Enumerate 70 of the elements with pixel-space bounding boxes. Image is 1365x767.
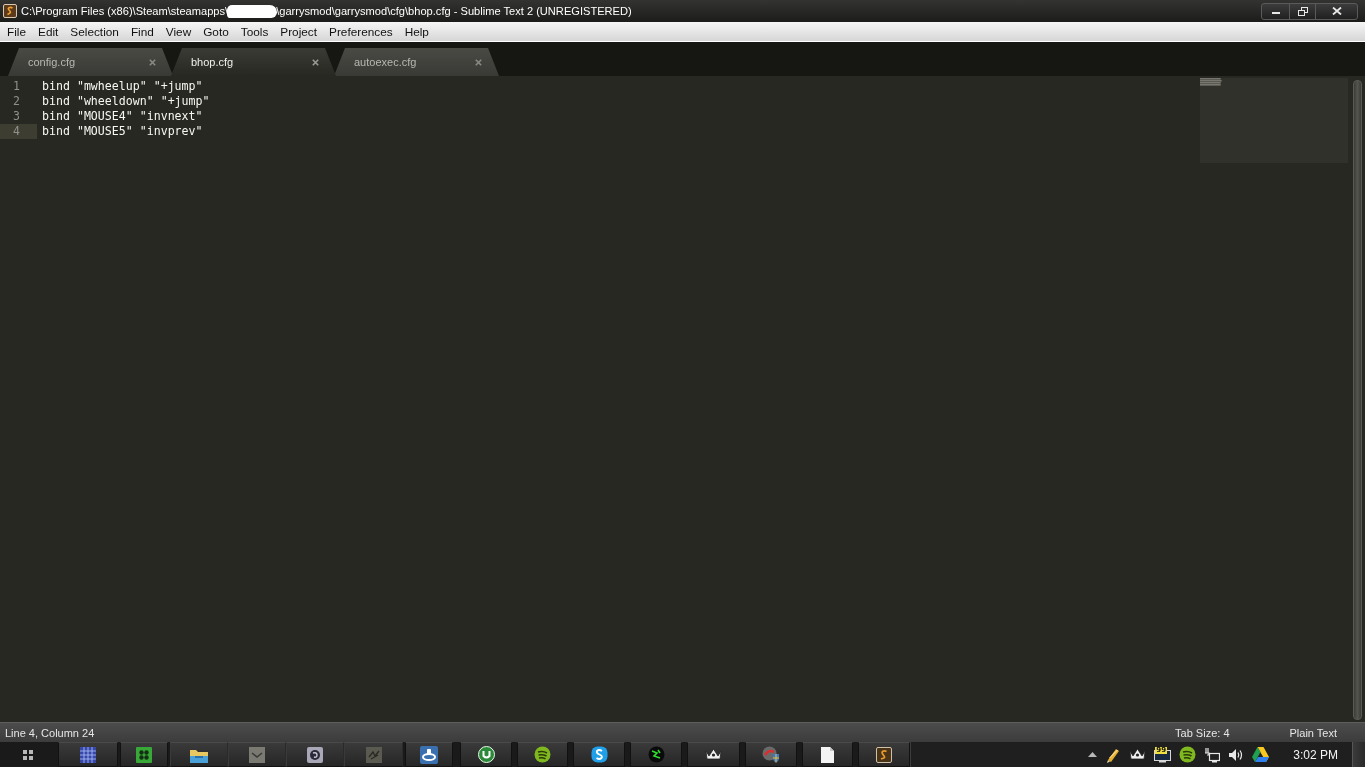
window-title: \garrysmod\garrysmod\cfg\bhop.cfg - Sublime Text 2 (UNREGISTERED) <box>276 5 632 17</box>
close-icon[interactable] <box>312 58 319 66</box>
crown-icon <box>705 748 722 761</box>
sketch-tile-icon <box>365 746 382 763</box>
syntax-label[interactable]: Plain Text <box>1289 726 1337 739</box>
tab[interactable]: autoexec.cfg <box>334 48 499 76</box>
line-number: 1 <box>12 79 21 94</box>
minimap-lines <box>1200 78 1222 86</box>
line-number: 3 <box>12 109 21 124</box>
pencil-icon[interactable] <box>1105 746 1122 763</box>
window-title: C:\Program Files (x86)\Steam\steamapps\ <box>21 5 229 17</box>
tab-size-label[interactable]: Tab Size: 4 <box>1175 726 1230 739</box>
close-icon <box>1331 7 1342 15</box>
taskbar-button[interactable] <box>58 742 118 767</box>
menu-item[interactable]: Find <box>124 22 160 41</box>
shield-icon <box>762 746 780 763</box>
document-icon <box>821 746 834 763</box>
scrollbar[interactable] <box>1353 80 1362 720</box>
tab[interactable]: config.cfg <box>8 48 173 76</box>
menu-item[interactable]: Help <box>398 22 435 41</box>
taskbar-button[interactable] <box>573 742 625 767</box>
line-number: 2 <box>12 94 21 109</box>
close-icon[interactable] <box>149 58 156 66</box>
app-logo-icon <box>876 746 892 763</box>
chevron-tile-icon <box>249 746 265 763</box>
four-dots-tile-icon <box>136 746 152 763</box>
u-circle-icon <box>477 746 495 763</box>
menu-item[interactable]: Project <box>274 22 324 41</box>
waves-circle-icon <box>534 746 551 763</box>
close-button[interactable] <box>1315 2 1358 20</box>
taskbar-button[interactable] <box>858 742 910 767</box>
restore-button[interactable] <box>1289 2 1316 20</box>
menu-item[interactable]: Selection <box>64 22 125 41</box>
menu-item[interactable]: File <box>1 22 32 41</box>
triangle-icon[interactable] <box>1252 747 1270 762</box>
code-line: bind "MOUSE4" "invnext" <box>42 109 203 124</box>
crown-icon[interactable] <box>1129 748 1147 761</box>
code-line: bind "wheeldown" "+jump" <box>42 94 210 109</box>
snake-circle-icon <box>647 746 665 763</box>
menu-item[interactable]: Tools <box>234 22 275 41</box>
menu-item[interactable]: Edit <box>32 22 65 41</box>
taskbar-button[interactable] <box>517 742 568 767</box>
taskbar-button[interactable] <box>460 742 512 767</box>
four-squares-icon <box>23 749 33 760</box>
line-number: 4 <box>0 124 37 139</box>
tab[interactable]: bhop.cfg <box>171 48 336 76</box>
menu-item[interactable]: View <box>159 22 198 41</box>
menu-item[interactable]: Goto <box>197 22 235 41</box>
restore-icon <box>1297 6 1308 16</box>
taskbar-button[interactable] <box>802 742 853 767</box>
menu-item[interactable]: Preferences <box>323 22 399 41</box>
taskbar-button[interactable] <box>170 742 228 767</box>
cursor-position: Line 4, Column 24 <box>5 726 95 739</box>
minimize-button[interactable] <box>1261 2 1290 20</box>
waves-circle-icon[interactable] <box>1179 746 1197 763</box>
taskbar-button[interactable] <box>405 742 453 767</box>
taskbar-button[interactable] <box>687 742 740 767</box>
swirl-blob-icon <box>590 746 608 763</box>
grid-tile-icon <box>80 746 96 763</box>
taskbar-button[interactable] <box>286 742 344 767</box>
ring-tile-icon <box>420 745 438 764</box>
swirl-tile-icon <box>307 746 323 763</box>
app-logo-icon <box>3 4 17 18</box>
code-line: bind "mwheelup" "+jump" <box>42 79 203 94</box>
taskbar-button[interactable] <box>120 742 168 767</box>
clock[interactable]: 3:02 PM <box>1293 747 1338 762</box>
code-line: bind "MOUSE5" "invprev" <box>42 124 203 139</box>
close-icon[interactable] <box>475 58 482 66</box>
network-icon[interactable] <box>1204 746 1221 763</box>
up-arrow-icon[interactable] <box>1088 752 1098 757</box>
